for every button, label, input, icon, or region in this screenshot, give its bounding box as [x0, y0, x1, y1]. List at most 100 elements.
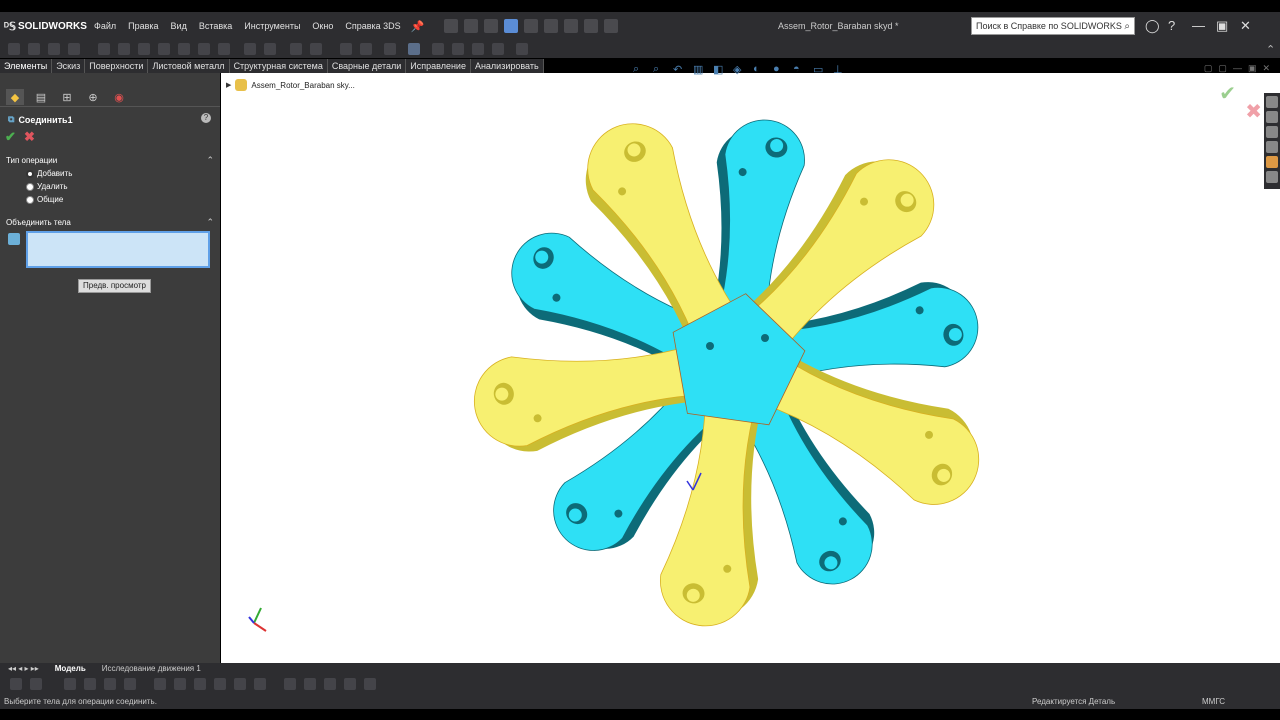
minimize-icon[interactable]: — — [1192, 18, 1205, 33]
appearances-icon[interactable] — [1266, 156, 1278, 168]
operation-type-header[interactable]: Тип операции ⌃ — [0, 153, 220, 167]
feature-manager-icon[interactable]: ◆ — [6, 89, 24, 105]
cancel-x-icon[interactable]: ✖ — [24, 129, 35, 145]
curves-icon[interactable] — [290, 43, 302, 55]
menu-help[interactable]: Справка 3DS — [339, 21, 406, 31]
help-icon[interactable]: ? — [1168, 18, 1175, 33]
menu-window[interactable]: Окно — [306, 21, 339, 31]
user-icon[interactable]: ◯ — [1145, 18, 1160, 34]
dimxpert-icon[interactable]: ⊕ — [84, 89, 102, 105]
appearance-icon[interactable]: ● — [773, 63, 787, 75]
search-icon[interactable]: ⌕ — [1124, 21, 1130, 32]
nav-arrows-icon[interactable]: ◂◂ ◂ ▸ ▸▸ — [0, 664, 47, 673]
shell-icon[interactable] — [178, 43, 190, 55]
tool-icon[interactable] — [154, 678, 166, 690]
configuration-manager-icon[interactable]: ⊞ — [58, 89, 76, 105]
view-settings-icon[interactable]: ▭ — [813, 63, 827, 76]
bodies-to-combine-header[interactable]: Объединить тела ⌃ — [0, 215, 220, 229]
realview-icon[interactable]: ⊥ — [833, 63, 847, 76]
radio-add[interactable]: Добавить — [26, 169, 72, 178]
tool-icon[interactable] — [104, 678, 116, 690]
tool-icon[interactable] — [324, 678, 336, 690]
tool-icon[interactable] — [30, 678, 42, 690]
section-view-icon[interactable]: ▥ — [693, 63, 707, 76]
tab-weldments[interactable]: Сварные детали — [328, 59, 407, 73]
custom-properties-icon[interactable] — [1266, 171, 1278, 183]
help-search-input[interactable]: Поиск в Справке по SOLIDWORKS ⌕ — [971, 17, 1135, 35]
radio-subtract-button[interactable] — [26, 182, 34, 191]
close-icon[interactable]: ✕ — [1240, 18, 1251, 34]
restore-icon[interactable]: ▣ — [1216, 18, 1228, 34]
tool-icon[interactable] — [364, 678, 376, 690]
menu-tools[interactable]: Инструменты — [238, 21, 306, 31]
new-icon[interactable] — [464, 19, 479, 33]
collapse-chevron-icon[interactable]: ⌃ — [206, 217, 214, 228]
open-icon[interactable] — [484, 19, 499, 33]
options-gear-icon[interactable] — [604, 19, 619, 33]
combine-active-icon[interactable] — [408, 43, 420, 55]
undo-icon[interactable] — [544, 19, 559, 33]
save-icon[interactable] — [504, 19, 519, 33]
flex-icon[interactable] — [516, 43, 528, 55]
reference-icon[interactable] — [264, 43, 276, 55]
confirm-ok-icon[interactable]: ✔ — [1219, 81, 1236, 106]
display-manager-icon[interactable]: ◉ — [110, 89, 128, 105]
radio-common[interactable]: Общие — [26, 195, 63, 204]
status-units[interactable]: ММГС — [1202, 697, 1225, 706]
tool-icon[interactable] — [304, 678, 316, 690]
graphics-area[interactable]: ▶ Assem_Rotor_Baraban sky... ⌕ ⌕ ↶ ▥ ◧ ◈… — [221, 63, 1280, 663]
rebuild-icon[interactable] — [584, 19, 599, 33]
loft-icon[interactable] — [68, 43, 80, 55]
instant3d-icon[interactable] — [310, 43, 322, 55]
preview-button[interactable]: Предв. просмотр — [78, 279, 151, 293]
tab-sheet-metal[interactable]: Листовой металл — [148, 59, 230, 73]
hide-show-icon[interactable]: ◐ — [753, 63, 767, 75]
vp-close-icon[interactable]: ✕ — [1262, 63, 1270, 74]
expand-arrow-icon[interactable]: ▶ — [226, 81, 231, 89]
tool-icon[interactable] — [174, 678, 186, 690]
pin-icon[interactable]: 📌 — [411, 20, 425, 33]
sweep-icon[interactable] — [48, 43, 60, 55]
delete-body-icon[interactable] — [472, 43, 484, 55]
select-icon[interactable] — [564, 19, 579, 33]
tab-evaluate[interactable]: Анализировать — [471, 59, 544, 73]
feature-tree-item[interactable]: ▶ Assem_Rotor_Baraban sky... — [226, 79, 355, 91]
zoom-area-icon[interactable]: ⌕ — [653, 63, 667, 75]
tool-icon[interactable] — [284, 678, 296, 690]
fillet-icon[interactable] — [118, 43, 130, 55]
extrude-icon[interactable] — [8, 43, 20, 55]
home-icon[interactable] — [444, 19, 459, 33]
collapse-chevron-icon[interactable]: ⌃ — [206, 155, 214, 166]
mirror-icon[interactable] — [244, 43, 256, 55]
property-manager-icon[interactable]: ▤ — [32, 89, 50, 105]
tab-structure-system[interactable]: Структурная система — [230, 59, 328, 73]
tool-icon[interactable] — [124, 678, 136, 690]
ok-check-icon[interactable]: ✔ — [5, 129, 16, 145]
display-style-icon[interactable]: ◈ — [733, 63, 747, 76]
menu-view[interactable]: Вид — [165, 21, 193, 31]
cut-icon[interactable] — [98, 43, 110, 55]
draft-icon[interactable] — [198, 43, 210, 55]
view-orientation-icon[interactable]: ◧ — [713, 63, 727, 76]
previous-view-icon[interactable]: ↶ — [673, 63, 687, 76]
split-icon[interactable] — [432, 43, 444, 55]
menu-insert[interactable]: Вставка — [193, 21, 238, 31]
pattern-icon[interactable] — [218, 43, 230, 55]
split-view-icon[interactable]: ▢ — [1204, 63, 1213, 74]
menu-edit[interactable]: Правка — [122, 21, 164, 31]
tab-features[interactable]: Элементы — [0, 59, 53, 73]
wrap-icon[interactable] — [340, 43, 352, 55]
tile-view-icon[interactable]: ▢ — [1218, 63, 1227, 74]
bodies-selection-box[interactable] — [26, 231, 210, 268]
confirm-cancel-icon[interactable]: ✖ — [1245, 99, 1262, 124]
vp-restore-icon[interactable]: ▣ — [1248, 63, 1257, 74]
revolve-icon[interactable] — [28, 43, 40, 55]
rotor-model[interactable] — [221, 73, 1280, 663]
combine-icon[interactable] — [384, 43, 396, 55]
chamfer-icon[interactable] — [138, 43, 150, 55]
tab-model[interactable]: Модель — [47, 664, 94, 673]
pm-help-icon[interactable]: ? — [201, 113, 211, 123]
view-palette-icon[interactable] — [1266, 141, 1278, 153]
print-icon[interactable] — [524, 19, 539, 33]
file-explorer-icon[interactable] — [1266, 126, 1278, 138]
